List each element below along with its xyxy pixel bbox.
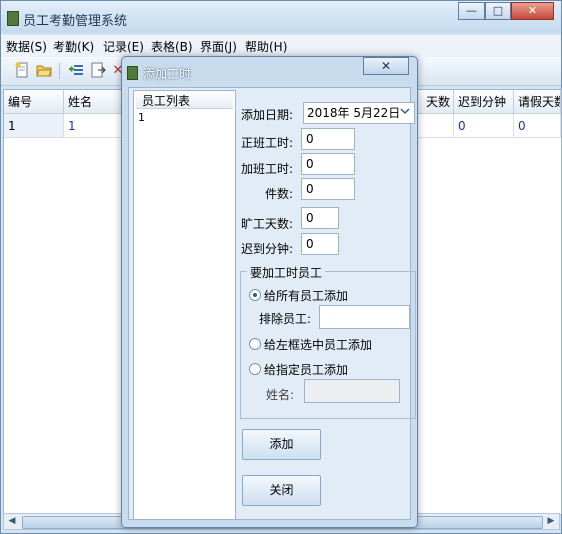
menu-records[interactable]: 记录(E) (103, 38, 144, 55)
cell-late[interactable]: 0 (454, 114, 514, 138)
add-employee-icon[interactable] (67, 62, 85, 80)
employee-name-input[interactable] (304, 379, 400, 403)
column-header-days[interactable]: 天数 (414, 90, 454, 114)
column-header-name[interactable]: 姓名 (64, 90, 124, 114)
menu-bar: 数据(S) 考勤(K) 记录(E) 表格(B) 界面(J) 帮助(H) (1, 35, 561, 57)
radio-specified-employee-label[interactable]: 给指定员工添加 (264, 361, 348, 378)
column-header-late[interactable]: 迟到分钟 (454, 90, 514, 114)
app-icon (7, 11, 19, 26)
radio-specified-employee[interactable] (249, 363, 261, 375)
radio-selected-employees[interactable] (249, 338, 261, 350)
scroll-left-icon[interactable]: ◀ (5, 515, 19, 528)
window-title: 员工考勤管理系统 (23, 14, 128, 29)
regular-hours-input[interactable]: 0 (301, 128, 355, 150)
maximize-button[interactable]: □ (485, 2, 511, 20)
employee-name-label: 姓名: (266, 388, 295, 402)
cell-leave[interactable]: 0 (514, 114, 561, 138)
regular-hours-label: 正班工时: (241, 136, 294, 150)
menu-table[interactable]: 表格(B) (151, 38, 193, 55)
piece-count-input[interactable]: 0 (301, 178, 355, 200)
toolbar-separator (59, 63, 60, 79)
radio-all-employees-label[interactable]: 给所有员工添加 (264, 287, 348, 304)
radio-all-employees[interactable] (249, 289, 261, 301)
minimize-button[interactable]: — (458, 2, 485, 20)
radio-selected-employees-label[interactable]: 给左框选中员工添加 (264, 336, 372, 353)
title-bar: 员工考勤管理系统 — □ ✕ (1, 1, 561, 33)
piece-count-label: 件数: (265, 187, 294, 201)
absent-days-input[interactable]: 0 (301, 207, 339, 229)
cell-name[interactable]: 1 (64, 114, 124, 138)
export-icon[interactable] (89, 62, 107, 80)
employee-list[interactable]: 员工列表 1 (133, 90, 236, 520)
overtime-hours-label: 加班工时: (241, 162, 294, 176)
close-button[interactable]: ✕ (511, 2, 554, 20)
add-date-label: 添加日期: (241, 108, 294, 122)
menu-data[interactable]: 数据(S) (6, 38, 47, 55)
employee-list-item[interactable]: 1 (138, 111, 145, 124)
chevron-down-icon[interactable] (397, 104, 413, 122)
new-document-icon[interactable] (13, 62, 31, 80)
dialog-body: 员工列表 1 添加日期: 2018年 5月22日 正班工时: 0 加班工时: 0… (128, 87, 416, 520)
exclude-employees-input[interactable] (319, 305, 410, 329)
column-header-id[interactable]: 编号 (4, 90, 64, 114)
add-button[interactable]: 添加 (242, 429, 321, 460)
late-minutes-label: 迟到分钟: (241, 242, 294, 256)
add-date-value: 2018年 5月22日 (307, 106, 401, 120)
target-employees-group-title: 要加工时员工 (247, 264, 326, 281)
employee-list-header[interactable]: 员工列表 (136, 93, 233, 109)
overtime-hours-input[interactable]: 0 (301, 153, 355, 175)
menu-interface[interactable]: 界面(J) (200, 38, 237, 55)
cell-id[interactable]: 1 (4, 114, 64, 138)
menu-help[interactable]: 帮助(H) (245, 38, 287, 55)
absent-days-label: 旷工天数: (241, 217, 294, 231)
late-minutes-input[interactable]: 0 (301, 233, 339, 255)
dialog-icon (127, 66, 138, 80)
dialog-close-button[interactable]: ✕ (363, 57, 409, 75)
close-dialog-button[interactable]: 关闭 (242, 475, 321, 506)
add-hours-dialog: 添加工时 ✕ 员工列表 1 添加日期: 2018年 5月22日 正班工时: 0 … (121, 56, 418, 528)
exclude-employees-label: 排除员工: (259, 312, 312, 326)
open-folder-icon[interactable] (35, 62, 53, 80)
scroll-right-icon[interactable]: ▶ (544, 515, 558, 528)
column-header-leave[interactable]: 请假天数 (514, 90, 561, 114)
menu-attendance[interactable]: 考勤(K) (53, 38, 94, 55)
dialog-title: 添加工时 (143, 67, 192, 81)
add-date-picker[interactable]: 2018年 5月22日 (303, 102, 415, 124)
